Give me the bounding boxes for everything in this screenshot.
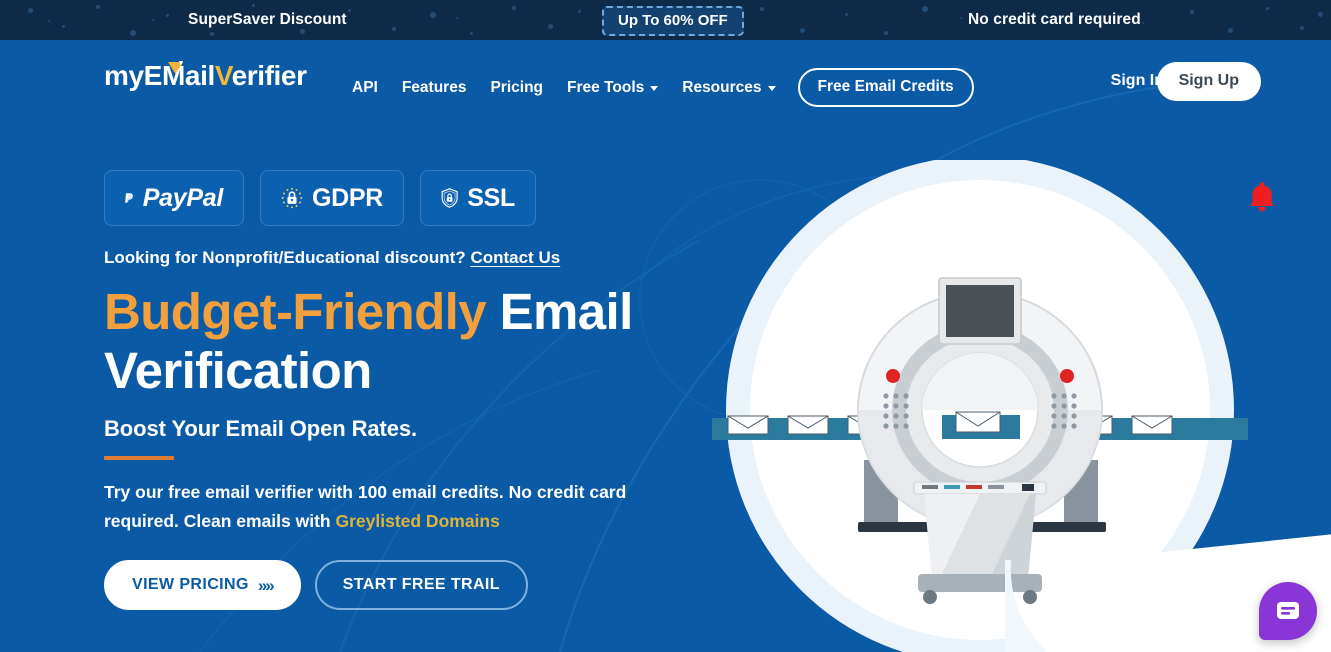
nav-item-api[interactable]: API bbox=[340, 75, 390, 101]
hero-body-copy: Try our free email verifier with 100 ema… bbox=[104, 478, 649, 536]
badge-gdpr: GDPR bbox=[260, 170, 404, 226]
main-navigation: myE M ailVerifier API Features Pricing F… bbox=[0, 40, 1331, 120]
free-email-credits-button[interactable]: Free Email Credits bbox=[797, 68, 974, 107]
nav-item-features[interactable]: Features bbox=[390, 75, 479, 101]
greylisted-domains-link[interactable]: Greylisted Domains bbox=[335, 511, 499, 531]
contact-us-link[interactable]: Contact Us bbox=[470, 248, 560, 267]
logo-text-part1: myE bbox=[104, 60, 162, 91]
chat-bubble-icon bbox=[1277, 602, 1299, 619]
view-pricing-label: VIEW PRICING bbox=[132, 576, 249, 594]
trust-badge-row: PayPal GDPR SSL bbox=[104, 170, 704, 226]
headline-accent: Budget-Friendly bbox=[104, 283, 487, 340]
badge-gdpr-label: GDPR bbox=[311, 183, 383, 212]
logo-text-part4: V bbox=[214, 60, 232, 91]
scanner-monitor bbox=[938, 277, 1022, 345]
chevron-down-icon bbox=[650, 86, 659, 91]
badge-ssl-label: SSL bbox=[467, 183, 515, 212]
scanned-envelope bbox=[942, 411, 1020, 439]
nav-item-pricing-label: Pricing bbox=[490, 78, 544, 96]
badge-paypal-label: PayPal bbox=[142, 183, 224, 212]
promo-left-text: SuperSaver Discount bbox=[188, 11, 347, 28]
chevron-down-icon bbox=[767, 86, 776, 91]
promo-discount-badge[interactable]: Up To 60% OFF bbox=[602, 6, 744, 36]
page-title: Budget-Friendly Email Verification bbox=[104, 283, 704, 400]
promo-banner: SuperSaver Discount Up To 60% OFF No cre… bbox=[0, 0, 1331, 40]
nav-item-pricing[interactable]: Pricing bbox=[478, 75, 555, 101]
badge-paypal: PayPal bbox=[104, 170, 244, 226]
nav-item-free-tools-label: Free Tools bbox=[567, 78, 645, 96]
hero-illustration bbox=[712, 160, 1248, 652]
cta-row: VIEW PRICING »» START FREE TRAIL bbox=[104, 560, 704, 611]
gdpr-icon bbox=[281, 187, 303, 209]
nav-item-resources-label: Resources bbox=[682, 78, 762, 96]
site-logo[interactable]: myE M ailVerifier bbox=[104, 60, 307, 91]
view-pricing-button[interactable]: VIEW PRICING »» bbox=[104, 560, 301, 611]
nav-item-resources[interactable]: Resources bbox=[670, 75, 787, 101]
start-free-trial-button[interactable]: START FREE TRAIL bbox=[314, 560, 528, 611]
indicator-light-right bbox=[1060, 369, 1074, 383]
paypal-icon bbox=[125, 193, 133, 203]
indicator-light-left bbox=[886, 369, 900, 383]
orange-divider bbox=[104, 456, 174, 461]
double-chevron-right-icon: »» bbox=[257, 575, 275, 595]
nav-item-features-label: Features bbox=[401, 78, 467, 96]
nav-item-api-label: API bbox=[352, 78, 378, 96]
ssl-shield-icon bbox=[441, 188, 458, 208]
nav-item-free-tools[interactable]: Free Tools bbox=[555, 75, 670, 101]
promo-right-text: No credit card required bbox=[968, 11, 1141, 28]
logo-text-part3: ail bbox=[184, 60, 215, 91]
control-console bbox=[913, 481, 1047, 604]
logo-check-icon bbox=[167, 61, 183, 74]
sign-up-button[interactable]: Sign Up bbox=[1156, 62, 1261, 101]
chat-widget-button[interactable] bbox=[1259, 582, 1317, 640]
nav-links: API Features Pricing Free Tools Resource… bbox=[340, 68, 974, 107]
notification-bell-icon[interactable] bbox=[1248, 180, 1276, 214]
badge-ssl: SSL bbox=[420, 170, 536, 226]
logo-text-part5: erifier bbox=[231, 60, 307, 91]
nonprofit-notice: Looking for Nonprofit/Educational discou… bbox=[104, 248, 704, 268]
hero-section: myE M ailVerifier API Features Pricing F… bbox=[0, 40, 1331, 652]
hero-subheading: Boost Your Email Open Rates. bbox=[104, 416, 418, 442]
hero-content: PayPal GDPR SSL Looking for Nonprofit/Ed… bbox=[104, 170, 704, 611]
nonprofit-text: Looking for Nonprofit/Educational discou… bbox=[104, 248, 466, 267]
